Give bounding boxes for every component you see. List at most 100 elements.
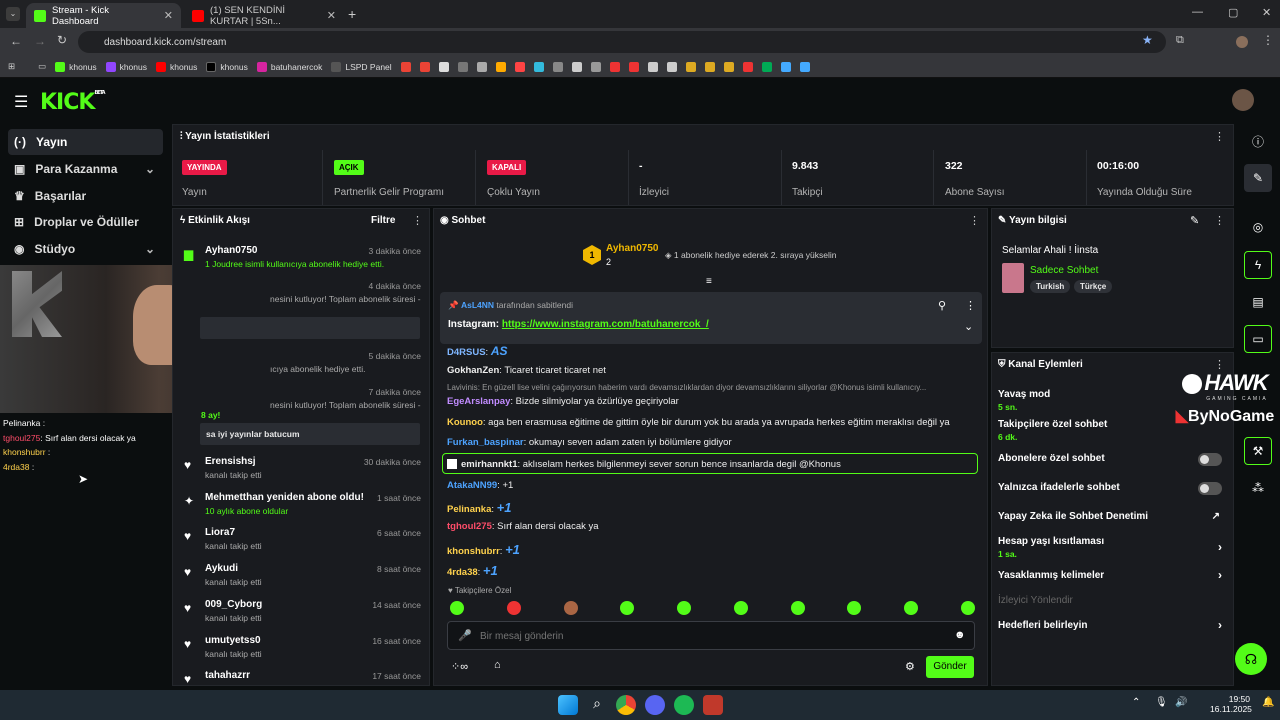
reload-icon[interactable]: ↻: [57, 33, 67, 47]
volume-icon[interactable]: 🔊: [1175, 697, 1187, 708]
bookmark-icon[interactable]: [780, 61, 791, 72]
new-tab-icon[interactable]: +: [348, 6, 356, 22]
bookmark-khonus-youtube[interactable]: khonus: [156, 61, 197, 72]
feed-filter-button[interactable]: Filtre: [371, 215, 395, 226]
folder-icon[interactable]: ▭: [38, 61, 46, 72]
bookmark-icon[interactable]: [799, 61, 810, 72]
bookmark-icon[interactable]: [685, 61, 696, 72]
chat-username[interactable]: 4rda38: [447, 567, 478, 578]
bookmark-icon[interactable]: [628, 61, 639, 72]
bookmark-icon[interactable]: [533, 61, 544, 72]
chevron-down-icon[interactable]: ⌄: [964, 320, 973, 333]
gmail-icon[interactable]: [400, 61, 411, 72]
emote-icon[interactable]: [677, 601, 692, 615]
edit-icon[interactable]: ✎: [1190, 214, 1199, 227]
tag-chip[interactable]: Türkçe: [1074, 280, 1113, 293]
bookmark-khonus-x[interactable]: khonus: [206, 61, 248, 72]
clock[interactable]: 19:50 16.11.2025: [1210, 694, 1252, 714]
bookmark-icon[interactable]: [552, 61, 563, 72]
info-icon[interactable]: ⓘ: [1244, 127, 1272, 155]
windows-start-icon[interactable]: [558, 695, 578, 715]
chat-username[interactable]: EgeArslanpay: [447, 396, 510, 407]
action-account-age[interactable]: Hesap yaşı kısıtlaması 1 sa. ›: [998, 536, 1228, 559]
emote-icon[interactable]: [960, 601, 975, 615]
sidebar-item-para-kazanma[interactable]: ▣ Para Kazanma ⌄: [8, 156, 163, 182]
bookmark-lspd[interactable]: LSPD Panel: [331, 61, 392, 72]
bookmark-icon[interactable]: [609, 61, 620, 72]
chat-username[interactable]: AtakaNN99: [447, 480, 497, 491]
points-icon[interactable]: ⁘∞: [451, 660, 468, 673]
stats-menu-icon[interactable]: ⋮: [1214, 130, 1225, 143]
chat-message-field[interactable]: [480, 627, 930, 645]
bookmark-icon[interactable]: [666, 61, 677, 72]
emoji-picker-icon[interactable]: ☻: [954, 629, 966, 641]
stream-info-menu-icon[interactable]: ⋮: [1214, 214, 1225, 227]
back-icon[interactable]: ←: [10, 34, 22, 48]
bookmark-khonus-twitch[interactable]: khonus: [105, 61, 147, 72]
action-banned-words[interactable]: Yasaklanmış kelimeler ›: [998, 568, 1228, 582]
emote-icon[interactable]: [563, 601, 578, 615]
bookmark-icon[interactable]: [476, 61, 487, 72]
subscribers-only-toggle[interactable]: [1198, 453, 1222, 466]
tab-youtube[interactable]: (1) SEN KENDİNİ KURTAR | 5Sn... ✕: [184, 3, 344, 28]
integrations-icon[interactable]: ⁂: [1244, 474, 1272, 502]
close-tab-icon[interactable]: ✕: [327, 9, 336, 22]
forward-icon[interactable]: →: [34, 34, 46, 48]
sidebar-item-yayin[interactable]: (·) Yayın: [8, 129, 163, 155]
chat-username[interactable]: tghoul275: [447, 521, 492, 532]
mic-icon[interactable]: 🎤: [458, 629, 472, 642]
kick-logo[interactable]: KICKBETA: [40, 90, 106, 115]
emotes-only-toggle[interactable]: [1198, 482, 1222, 495]
chrome-icon[interactable]: [616, 695, 636, 715]
bookmark-icon[interactable]: [647, 61, 658, 72]
emote-icon[interactable]: [450, 601, 464, 615]
unpin-icon[interactable]: ⚲: [938, 299, 946, 312]
bookmark-icon[interactable]: [457, 61, 468, 72]
tag-chip[interactable]: Turkish: [1030, 280, 1071, 293]
extensions-icon[interactable]: ⧉: [1176, 34, 1184, 47]
feed-menu-icon[interactable]: ⋮: [412, 214, 423, 227]
emote-icon[interactable]: [506, 601, 521, 615]
bookmark-icon[interactable]: [514, 61, 525, 72]
bookmark-icon[interactable]: [761, 61, 772, 72]
chat-username[interactable]: Furkan_baspinar: [447, 437, 524, 448]
user-avatar[interactable]: [1232, 89, 1254, 111]
maximize-icon[interactable]: ▢: [1228, 6, 1238, 19]
url-bar[interactable]: dashboard.kick.com/stream: [78, 31, 1166, 53]
chat-menu-icon[interactable]: ⋮: [969, 214, 980, 227]
discord-icon[interactable]: [645, 695, 665, 715]
store-icon[interactable]: ⌂: [494, 659, 501, 671]
gmail-icon[interactable]: [419, 61, 430, 72]
pinned-link[interactable]: https://www.instagram.com/batuhanercok_/: [502, 319, 709, 330]
hamburger-menu-icon[interactable]: ☰: [14, 92, 28, 112]
action-goals[interactable]: Hedefleri belirleyin ›: [998, 618, 1228, 632]
app-icon[interactable]: [703, 695, 723, 715]
tools-icon[interactable]: ⚒: [1244, 437, 1272, 465]
bookmark-icon[interactable]: [438, 61, 449, 72]
send-button[interactable]: Gönder: [926, 656, 974, 678]
sidebar-item-studyo[interactable]: ◉ Stüdyo ⌄: [8, 236, 163, 262]
chat-username[interactable]: emirhannkt1: [461, 459, 518, 470]
chat-settings-icon[interactable]: ⚙: [905, 660, 915, 673]
bookmark-icon[interactable]: [704, 61, 715, 72]
chat-input[interactable]: 🎤 ☻: [447, 621, 975, 650]
profile-avatar[interactable]: [1236, 36, 1248, 48]
chat-username[interactable]: khonshubrr: [447, 546, 500, 557]
sidebar-item-droplar[interactable]: ⊞ Droplar ve Ödüller: [8, 209, 163, 235]
edit-layout-icon[interactable]: ✎: [1244, 164, 1272, 192]
search-icon[interactable]: ⌕: [587, 695, 607, 715]
bookmark-icon[interactable]: [495, 61, 506, 72]
bookmark-star-icon[interactable]: ★: [1142, 33, 1153, 47]
bookmark-icon[interactable]: [571, 61, 582, 72]
collapse-icon[interactable]: ≡: [706, 276, 712, 287]
camera-icon[interactable]: ◎: [1244, 213, 1272, 241]
bookmark-icon[interactable]: [590, 61, 601, 72]
bookmark-icon[interactable]: [742, 61, 753, 72]
emote-icon[interactable]: [847, 601, 862, 615]
chat-username[interactable]: GokhanZen: [447, 365, 499, 376]
bookmark-khonus-kick[interactable]: khonus: [55, 61, 97, 72]
spotify-icon[interactable]: [674, 695, 694, 715]
bookmark-instagram[interactable]: batuhanercok: [256, 61, 322, 72]
minimize-icon[interactable]: —: [1192, 6, 1203, 18]
chat-username[interactable]: Kounoo: [447, 417, 483, 428]
